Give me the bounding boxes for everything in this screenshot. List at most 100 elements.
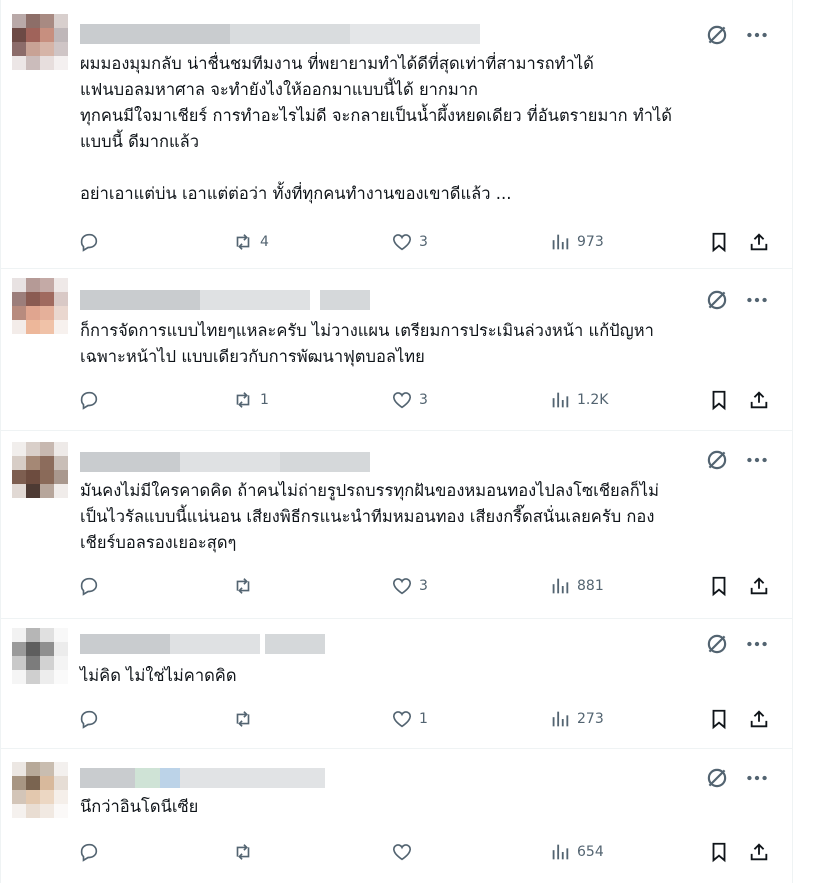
avatar[interactable] xyxy=(12,14,68,70)
bookmark-icon xyxy=(708,231,730,253)
repost-button[interactable]: 4 xyxy=(232,227,269,257)
views-bar-chart-icon xyxy=(549,389,571,411)
more-dots-icon[interactable] xyxy=(744,287,770,313)
like-button[interactable] xyxy=(391,837,419,867)
more-dots-icon[interactable] xyxy=(744,631,770,657)
views-button[interactable]: 881 xyxy=(549,571,604,601)
like-count: 3 xyxy=(419,234,428,250)
share-upload-icon xyxy=(748,231,770,253)
views-bar-chart-icon xyxy=(549,575,571,597)
bookmark-icon xyxy=(708,389,730,411)
repost-button[interactable] xyxy=(232,704,260,734)
bookmark-button[interactable] xyxy=(708,571,730,601)
reply-bubble-icon xyxy=(78,389,100,411)
like-count: 3 xyxy=(419,578,428,594)
repost-arrows-icon xyxy=(232,575,254,597)
repost-button[interactable] xyxy=(232,571,260,601)
post-text: ไม่คิด ไม่ใช่ไม่คาดคิด xyxy=(80,666,237,685)
grok-slash-circle-icon[interactable] xyxy=(704,765,730,791)
like-button[interactable]: 3 xyxy=(391,385,428,415)
bookmark-button[interactable] xyxy=(708,837,730,867)
post-text: มันคงไม่มีใครคาดคิด ถ้าคนไม่ถ่ายรูปรถบรร… xyxy=(80,481,659,552)
like-button[interactable]: 3 xyxy=(391,571,428,601)
repost-count: 4 xyxy=(260,234,269,250)
blurred-username[interactable] xyxy=(80,290,370,310)
like-count: 3 xyxy=(419,392,428,408)
like-button[interactable]: 3 xyxy=(391,227,428,257)
view-count: 1.2K xyxy=(577,392,609,408)
view-count: 654 xyxy=(577,844,604,860)
reply-button[interactable] xyxy=(78,385,106,415)
reply-bubble-icon xyxy=(78,231,100,253)
reply-button[interactable] xyxy=(78,227,106,257)
heart-icon xyxy=(391,575,413,597)
views-button[interactable]: 654 xyxy=(549,837,604,867)
bookmark-icon xyxy=(708,575,730,597)
reply-button[interactable] xyxy=(78,571,106,601)
view-count: 881 xyxy=(577,578,604,594)
share-button[interactable] xyxy=(748,571,770,601)
heart-icon xyxy=(391,389,413,411)
timeline-right-border xyxy=(792,0,793,883)
blurred-username[interactable] xyxy=(80,452,370,472)
more-dots-icon[interactable] xyxy=(744,765,770,791)
reply-post[interactable]: ผมมองมุมกลับ น่าชื่นชมทีมงาน ที่พยายามทำ… xyxy=(0,0,792,269)
blurred-username[interactable] xyxy=(80,768,325,788)
heart-icon xyxy=(391,231,413,253)
reply-bubble-icon xyxy=(78,841,100,863)
reply-post[interactable]: ไม่คิด ไม่ใช่ไม่คาดคิด 1 273 xyxy=(0,618,792,749)
view-count: 973 xyxy=(577,234,604,250)
blurred-username[interactable] xyxy=(80,24,480,44)
more-dots-icon[interactable] xyxy=(744,447,770,473)
repost-arrows-icon xyxy=(232,389,254,411)
reply-button[interactable] xyxy=(78,704,106,734)
share-button[interactable] xyxy=(748,227,770,257)
avatar[interactable] xyxy=(12,628,68,684)
share-button[interactable] xyxy=(748,837,770,867)
grok-slash-circle-icon[interactable] xyxy=(704,631,730,657)
repost-arrows-icon xyxy=(232,708,254,730)
reply-post[interactable]: ก็การจัดการแบบไทยๆแหละครับ ไม่วางแผน เตร… xyxy=(0,268,792,431)
views-bar-chart-icon xyxy=(549,708,571,730)
repost-button[interactable]: 1 xyxy=(232,385,269,415)
heart-icon xyxy=(391,708,413,730)
grok-slash-circle-icon[interactable] xyxy=(704,447,730,473)
heart-icon xyxy=(391,841,413,863)
avatar[interactable] xyxy=(12,442,68,498)
views-button[interactable]: 973 xyxy=(549,227,604,257)
post-text: ผมมองมุมกลับ น่าชื่นชมทีมงาน ที่พยายามทำ… xyxy=(80,54,672,203)
reply-post[interactable]: นึกว่าอินโดนีเซีย 654 xyxy=(0,748,792,883)
avatar[interactable] xyxy=(12,762,68,818)
reply-button[interactable] xyxy=(78,837,106,867)
repost-count: 1 xyxy=(260,392,269,408)
share-button[interactable] xyxy=(748,704,770,734)
grok-slash-circle-icon[interactable] xyxy=(704,287,730,313)
views-button[interactable]: 273 xyxy=(549,704,604,734)
reply-post[interactable]: มันคงไม่มีใครคาดคิด ถ้าคนไม่ถ่ายรูปรถบรร… xyxy=(0,430,792,619)
share-upload-icon xyxy=(748,708,770,730)
views-bar-chart-icon xyxy=(549,231,571,253)
share-button[interactable] xyxy=(748,385,770,415)
views-button[interactable]: 1.2K xyxy=(549,385,608,415)
post-text: ก็การจัดการแบบไทยๆแหละครับ ไม่วางแผน เตร… xyxy=(80,321,654,366)
like-button[interactable]: 1 xyxy=(391,704,428,734)
bookmark-icon xyxy=(708,708,730,730)
bookmark-icon xyxy=(708,841,730,863)
repost-arrows-icon xyxy=(232,231,254,253)
reply-bubble-icon xyxy=(78,708,100,730)
share-upload-icon xyxy=(748,841,770,863)
bookmark-button[interactable] xyxy=(708,227,730,257)
post-text: นึกว่าอินโดนีเซีย xyxy=(80,797,199,816)
share-upload-icon xyxy=(748,575,770,597)
reply-bubble-icon xyxy=(78,575,100,597)
bookmark-button[interactable] xyxy=(708,385,730,415)
like-count: 1 xyxy=(419,711,428,727)
repost-button[interactable] xyxy=(232,837,260,867)
share-upload-icon xyxy=(748,389,770,411)
blurred-username[interactable] xyxy=(80,634,325,654)
more-dots-icon[interactable] xyxy=(744,22,770,48)
repost-arrows-icon xyxy=(232,841,254,863)
avatar[interactable] xyxy=(12,278,68,334)
bookmark-button[interactable] xyxy=(708,704,730,734)
grok-slash-circle-icon[interactable] xyxy=(704,22,730,48)
